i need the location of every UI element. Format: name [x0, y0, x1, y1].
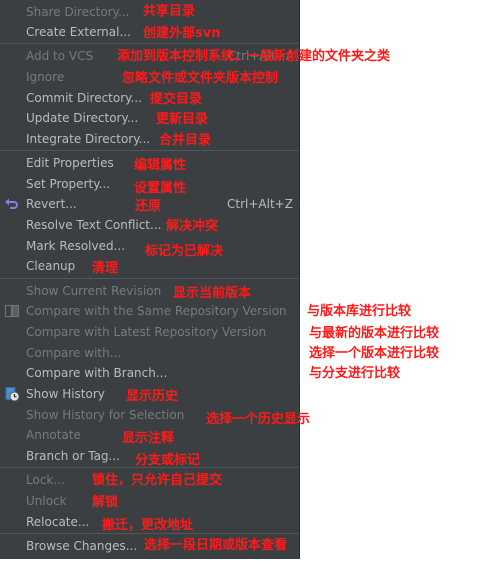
menu-item-compare-with-branch[interactable]: Compare with Branch... — [26, 365, 167, 381]
menu-item-cleanup[interactable]: Cleanup — [26, 258, 75, 274]
annotation-show-current-revision: 显示当前版本 — [173, 286, 252, 301]
compare-icon — [4, 304, 20, 318]
menu-item-commit-directory[interactable]: Commit Directory... — [26, 90, 142, 106]
menu-item-add-to-vcs[interactable]: Add to VCS — [26, 48, 93, 64]
annotation-relocate: 搬迁，更改地址 — [102, 518, 194, 533]
annotation-compare-with-branch: 与分支进行比较 — [309, 366, 401, 381]
annotation-branch-or-tag: 分支或标记 — [135, 453, 201, 468]
annotation-commit-directory: 提交目录 — [150, 92, 203, 107]
menu-item-compare-same-repo[interactable]: Compare with the Same Repository Version — [26, 303, 287, 319]
history-icon — [5, 387, 20, 402]
annotation-browse-changes: 选择一段日期或版本查看 — [144, 538, 288, 553]
annotation-create-external: 创建外部svn — [143, 26, 221, 41]
menu-item-branch-or-tag[interactable]: Branch or Tag... — [26, 448, 120, 464]
annotation-revert: 还原 — [135, 199, 162, 214]
menu-item-ignore[interactable]: Ignore — [26, 69, 64, 85]
menu-item-create-external[interactable]: Create External... — [26, 24, 131, 40]
menu-item-revert[interactable]: Revert... — [26, 196, 77, 212]
annotation-resolve-text-conflict: 解决冲突 — [166, 219, 219, 234]
menu-item-mark-resolved[interactable]: Mark Resolved... — [26, 238, 125, 254]
annotation-mark-resolved: 标记为已解决 — [145, 244, 224, 259]
annotation-integrate-directory: 合并目录 — [159, 133, 212, 148]
annotation-edit-properties: 编辑属性 — [134, 158, 187, 173]
menu-item-share-directory[interactable]: Share Directory... — [26, 4, 129, 20]
revert-arrow-icon — [5, 198, 18, 209]
menu-item-update-directory[interactable]: Update Directory... — [26, 110, 138, 126]
annotation-compare-same-repo: 与版本库进行比较 — [307, 304, 412, 319]
annotation-lock: 锁住，只允许自己提交 — [92, 473, 223, 488]
menu-item-resolve-text-conflict[interactable]: Resolve Text Conflict... — [26, 217, 161, 233]
menu-item-show-history[interactable]: Show History — [26, 386, 105, 402]
menu-item-annotate[interactable]: Annotate — [26, 427, 81, 443]
annotation-share-directory: 共享目录 — [143, 4, 196, 19]
menu-item-unlock[interactable]: Unlock — [26, 493, 67, 509]
menu-item-integrate-directory[interactable]: Integrate Directory... — [26, 131, 150, 147]
menu-item-relocate[interactable]: Relocate... — [26, 514, 89, 530]
annotation-set-property: 设置属性 — [134, 181, 187, 196]
menu-item-browse-changes[interactable]: Browse Changes... — [26, 538, 137, 554]
menu-separator — [0, 150, 299, 151]
menu-item-show-current-revision[interactable]: Show Current Revision — [26, 283, 161, 299]
annotation-show-history-selection: 选择一个历史显示 — [206, 412, 311, 427]
annotation-ignore: 忽略文件或文件夹版本控制 — [122, 71, 279, 86]
menu-item-compare-with[interactable]: Compare with... — [26, 345, 121, 361]
menu-item-show-history-selection[interactable]: Show History for Selection — [26, 407, 184, 423]
revert-shortcut: Ctrl+Alt+Z — [227, 197, 293, 211]
menu-separator — [0, 278, 299, 279]
annotation-compare-with: 选择一个版本进行比较 — [309, 346, 440, 361]
annotation-add-to-vcs: 添加到版本控制系统，一般新创建的文件夹之类 — [117, 49, 391, 64]
menu-separator — [0, 43, 299, 44]
menu-item-compare-latest-repo[interactable]: Compare with Latest Repository Version — [26, 324, 266, 340]
annotation-update-directory: 更新目录 — [156, 112, 209, 127]
menu-item-edit-properties[interactable]: Edit Properties — [26, 155, 114, 171]
annotation-cleanup: 清理 — [92, 261, 119, 276]
menu-item-set-property[interactable]: Set Property... — [26, 176, 110, 192]
annotation-annotate: 显示注释 — [122, 431, 175, 446]
annotation-unlock: 解锁 — [92, 495, 119, 510]
annotation-show-history: 显示历史 — [126, 389, 179, 404]
menu-item-lock[interactable]: Lock... — [26, 472, 65, 488]
annotation-compare-latest-repo: 与最新的版本进行比较 — [309, 326, 440, 341]
